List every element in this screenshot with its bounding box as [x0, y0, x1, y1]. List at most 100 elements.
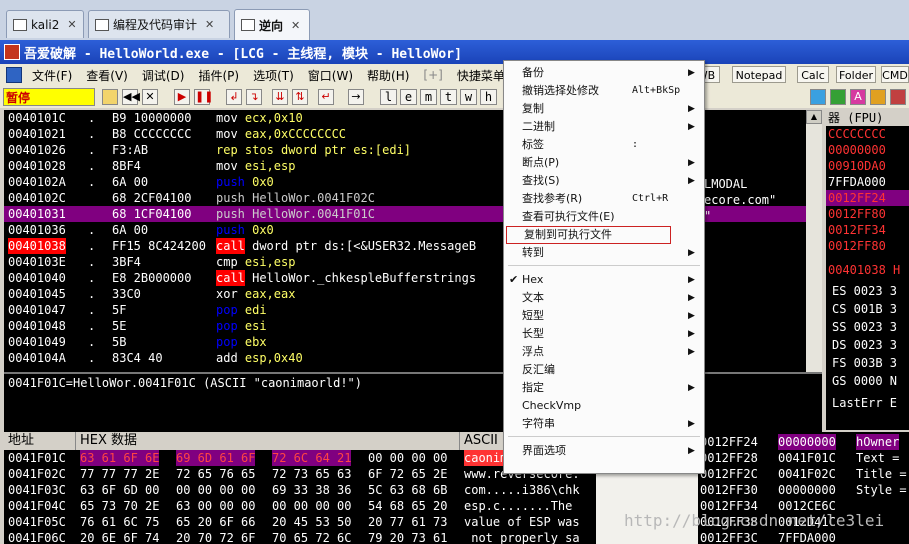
dump-row[interactable]: 0041F03C 63 6F 6D 00 00 00 00 00 69 33 38 3… — [4, 482, 596, 498]
toolbar-log-button[interactable]: l — [380, 89, 397, 105]
stack-row[interactable]: 0012FF30 00000000 Style = — [698, 482, 909, 498]
disasm-address: 00401038 — [8, 238, 66, 254]
trace-over-icon[interactable]: ⇅ — [292, 89, 308, 105]
context-menu-item[interactable]: 指定 ▶ — [504, 379, 704, 397]
plugin-red-icon[interactable] — [890, 89, 906, 105]
context-menu-item[interactable]: ✔ Hex ▶ — [504, 271, 704, 289]
registers-pane[interactable]: 器 (FPU) CCCCCCCC 00000000 00910DA0 7FFDA… — [826, 110, 909, 430]
close-icon[interactable]: ✕ — [142, 89, 158, 105]
context-menu-item[interactable]: 断点(P) ▶ — [504, 154, 704, 172]
context-menu-label: 浮点 — [522, 345, 544, 358]
context-menu-item[interactable]: 界面选项 ▶ — [504, 442, 704, 460]
rewind-icon[interactable]: ◀◀ — [122, 89, 140, 105]
run-icon[interactable]: ▶ — [174, 89, 190, 105]
dump-hex: 65 20 6F 66 — [176, 515, 256, 529]
toolbar-memory-button[interactable]: m — [420, 89, 437, 105]
app-menu-icon[interactable] — [6, 67, 22, 83]
execute-till-return-icon[interactable]: ↵ — [318, 89, 334, 105]
stack-row[interactable]: 0012FF28 0041F01C Text = — [698, 450, 909, 466]
context-menu-item[interactable]: CheckVmp — [504, 397, 704, 415]
stack-value: 7FFDA000 — [778, 531, 836, 544]
context-menu-item[interactable]: 转到 ▶ — [504, 244, 704, 262]
trace-into-icon[interactable]: ⇊ — [272, 89, 288, 105]
refresh-icon[interactable] — [810, 89, 826, 105]
context-menu-item[interactable]: 长型 ▶ — [504, 325, 704, 343]
context-menu-item[interactable]: 短型 ▶ — [504, 307, 704, 325]
menu-bar: 文件(F) 查看(V) 调试(D) 插件(P) 选项(T) 窗口(W) 帮助(H… — [0, 64, 909, 87]
register-value: 7FFDA000 — [828, 175, 886, 189]
dump-col-address[interactable]: 地址 — [4, 432, 76, 450]
context-menu-label: 反汇编 — [522, 363, 555, 376]
context-menu-item[interactable]: 二进制 ▶ — [504, 118, 704, 136]
close-icon[interactable]: ✕ — [67, 18, 76, 31]
pause-icon[interactable]: ❚❚ — [194, 89, 213, 105]
dump-hex: 6F 72 65 2E — [368, 467, 448, 481]
dump-col-hex[interactable]: HEX 数据 — [76, 432, 460, 450]
disasm-address: 0040103E — [8, 255, 66, 269]
plugin-folder-button[interactable]: Folder — [836, 66, 876, 83]
disasm-operands: edi — [244, 303, 267, 317]
context-menu-item[interactable]: 撤销选择处修改 Alt+BkSp — [504, 82, 704, 100]
context-menu-item[interactable]: 字符串 ▶ — [504, 415, 704, 433]
disasm-address: 00401040 — [8, 271, 66, 285]
segment-register: SS 0023 3 — [832, 320, 898, 334]
menu-file[interactable]: 文件(F) — [25, 67, 79, 84]
context-menu-label: 界面选项 — [522, 444, 566, 457]
menu-plugins[interactable]: 插件(P) — [191, 67, 246, 84]
toolbar-windows-button[interactable]: w — [460, 89, 477, 105]
context-menu-item[interactable]: 复制 ▶ — [504, 100, 704, 118]
vm-tab-label: 编程及代码审计 — [113, 18, 198, 32]
menu-view[interactable]: 查看(V) — [79, 67, 135, 84]
stack-row[interactable]: 0012FF24 00000000 hOwner — [698, 434, 909, 450]
disasm-comment: LMODAL — [704, 177, 748, 191]
disasm-address: 00401045 — [8, 287, 66, 301]
status-paused: 暂停 — [3, 88, 95, 106]
dump-row[interactable]: 0041F06C 20 6E 6F 74 20 70 72 6F 70 65 72 6… — [4, 530, 596, 544]
plugin-notepad-button[interactable]: Notepad — [732, 66, 786, 83]
step-over-icon[interactable]: ↴ — [246, 89, 262, 105]
context-menu-item[interactable]: 复制到可执行文件 — [506, 226, 671, 244]
dump-row[interactable]: 0041F05C 76 61 6C 75 65 20 6F 66 20 45 53 5… — [4, 514, 596, 530]
dump-hex: 72 65 76 65 — [176, 467, 256, 481]
context-menu-item[interactable]: 查找(S) ▶ — [504, 172, 704, 190]
plugin-green-icon[interactable] — [830, 89, 846, 105]
disassembly-scrollbar[interactable]: ▲ — [806, 110, 822, 372]
plugin-a-icon[interactable]: A — [850, 89, 866, 105]
vm-tab-kali2[interactable]: kali2 ✕ — [6, 10, 84, 38]
context-menu-item[interactable]: 文本 ▶ — [504, 289, 704, 307]
vm-tab-audit[interactable]: 编程及代码审计 ✕ — [88, 10, 230, 38]
context-menu-item[interactable]: 反汇编 — [504, 361, 704, 379]
disasm-address: 0040101C — [8, 111, 66, 125]
menu-window[interactable]: 窗口(W) — [301, 67, 360, 84]
stack-row[interactable]: 0012FF3C 7FFDA000 — [698, 530, 909, 544]
toolbar-executable-button[interactable]: e — [400, 89, 417, 105]
dump-ascii: com.....i386\chk — [464, 483, 580, 497]
step-into-icon[interactable]: ↲ — [226, 89, 242, 105]
goto-icon[interactable]: → — [348, 89, 364, 105]
context-menu-label: 字符串 — [522, 417, 555, 430]
open-icon[interactable] — [102, 89, 118, 105]
menu-options[interactable]: 选项(T) — [246, 67, 301, 84]
close-icon[interactable]: ✕ — [205, 18, 214, 31]
menu-debug[interactable]: 调试(D) — [135, 67, 192, 84]
vm-tab-reverse[interactable]: 逆向 ✕ — [234, 9, 310, 40]
dump-row[interactable]: 0041F04C 65 73 70 2E 63 00 00 00 00 00 00 0… — [4, 498, 596, 514]
context-menu-item[interactable]: 标签: — [504, 136, 704, 154]
context-menu-item[interactable]: 查看可执行文件(E) — [504, 208, 704, 226]
context-menu-item[interactable]: 浮点 ▶ — [504, 343, 704, 361]
register-value: 0012FF80 — [828, 207, 886, 221]
close-icon[interactable]: ✕ — [291, 19, 300, 32]
context-menu-label: 查找(S) — [522, 174, 560, 187]
toolbar-handles-button[interactable]: h — [480, 89, 497, 105]
menu-expand[interactable]: [+] — [416, 68, 449, 82]
plugin-orange-icon[interactable] — [870, 89, 886, 105]
plugin-cmd-button[interactable]: CMD — [881, 66, 909, 83]
plugin-calc-button[interactable]: Calc — [797, 66, 829, 83]
toolbar-threads-button[interactable]: t — [440, 89, 457, 105]
context-menu-item[interactable]: 备份 ▶ — [504, 64, 704, 82]
menu-help[interactable]: 帮助(H) — [360, 67, 416, 84]
scroll-up-icon[interactable]: ▲ — [806, 110, 822, 124]
stack-row[interactable]: 0012FF2C 0041F02C Title = — [698, 466, 909, 482]
context-menu-item[interactable]: 查找参考(R) Ctrl+R — [504, 190, 704, 208]
vm-tab-label: 逆向 — [259, 18, 284, 33]
